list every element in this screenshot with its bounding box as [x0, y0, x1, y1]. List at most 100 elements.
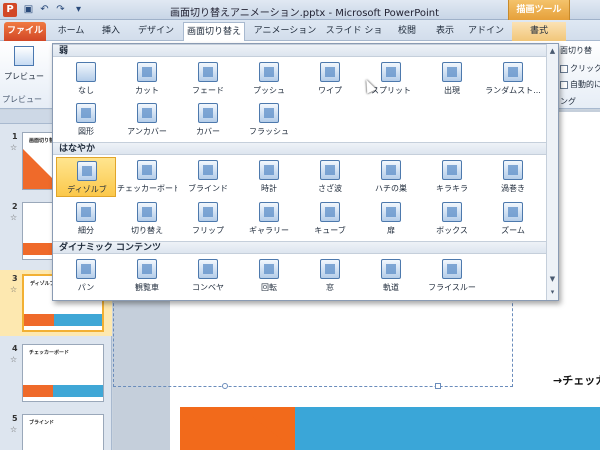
transition-none[interactable]: なし	[56, 59, 116, 99]
transition-random-bars[interactable]: ランダムスト...	[483, 59, 543, 99]
resize-handle[interactable]	[435, 383, 441, 389]
powerpoint-app-icon[interactable]: P	[3, 3, 17, 17]
transition-blinds[interactable]: ブラインド	[178, 157, 238, 197]
transition-pan[interactable]: パン	[56, 256, 116, 296]
fade-icon	[198, 62, 218, 82]
scroll-up-icon[interactable]: ▲	[547, 46, 558, 57]
item-label: カット	[135, 86, 159, 95]
flip-icon	[198, 202, 218, 222]
pan-icon	[76, 259, 96, 279]
tab-slideshow[interactable]: スライド ショー	[322, 22, 386, 55]
item-label: 図形	[78, 127, 94, 136]
item-label: フリップ	[192, 226, 224, 235]
tab-insert[interactable]: 挿入	[95, 22, 127, 41]
transition-shred[interactable]: 細分	[56, 199, 116, 239]
scroll-down-icon[interactable]: ▼	[547, 274, 558, 285]
rotate-icon	[259, 259, 279, 279]
transition-window[interactable]: 窓	[300, 256, 360, 296]
tab-review[interactable]: 校閲	[390, 22, 424, 41]
save-icon[interactable]: ▣	[22, 3, 35, 16]
transition-cube[interactable]: キューブ	[300, 199, 360, 239]
gallery-scrollbar[interactable]: ▲ ▼ ▾	[546, 44, 558, 300]
transition-honeycomb[interactable]: ハチの巣	[361, 157, 421, 197]
item-label: ワイプ	[318, 86, 342, 95]
tab-format[interactable]: 書式	[512, 22, 566, 41]
transition-flash[interactable]: フラッシュ	[239, 100, 299, 140]
transition-shape[interactable]: 図形	[56, 100, 116, 140]
thumb-band-accent	[24, 314, 54, 326]
slide-thumb-4[interactable]: 4 ☆ チェッカーボード	[0, 344, 112, 406]
tab-home[interactable]: ホーム	[52, 22, 90, 41]
slide-blue-band	[295, 407, 600, 450]
transition-box[interactable]: ボックス	[422, 199, 482, 239]
transition-fade[interactable]: フェード	[178, 59, 238, 99]
item-label: 軌道	[383, 283, 399, 292]
transition-cover[interactable]: カバー	[178, 100, 238, 140]
transition-uncover[interactable]: アンカバー	[117, 100, 177, 140]
checkbox-auto[interactable]	[560, 80, 568, 89]
thumb-band-accent	[23, 385, 53, 397]
tab-addins[interactable]: アドイン	[466, 22, 506, 41]
transition-ferris-wheel[interactable]: 観覧車	[117, 256, 177, 296]
transition-flip[interactable]: フリップ	[178, 199, 238, 239]
preview-button[interactable]: プレビュー	[3, 44, 45, 92]
tab-view[interactable]: 表示	[428, 22, 462, 41]
vortex-icon	[503, 160, 523, 180]
tab-transitions[interactable]: 画面切り替え	[183, 22, 245, 41]
slide-thumbnail[interactable]: チェッカーボード	[22, 344, 104, 402]
item-label: カバー	[196, 127, 220, 136]
transition-checkerboard[interactable]: チェッカーボード	[117, 157, 177, 197]
transition-reveal[interactable]: 出現	[422, 59, 482, 99]
transition-clock[interactable]: 時計	[239, 157, 299, 197]
resize-handle[interactable]	[222, 383, 228, 389]
slide-thumb-5[interactable]: 5 ☆ ブラインド	[0, 414, 112, 450]
transition-glitter[interactable]: キラキラ	[422, 157, 482, 197]
undo-icon[interactable]: ↶	[38, 3, 51, 16]
transition-conveyor[interactable]: コンベヤ	[178, 256, 238, 296]
item-label: フライスルー	[428, 283, 476, 292]
checkerboard-icon	[137, 160, 157, 180]
item-label: コンベヤ	[192, 283, 224, 292]
transition-vortex[interactable]: 渦巻き	[483, 157, 543, 197]
redo-icon[interactable]: ↷	[54, 3, 67, 16]
transition-ripple[interactable]: さざ波	[300, 157, 360, 197]
transition-rotate[interactable]: 回転	[239, 256, 299, 296]
honeycomb-icon	[381, 160, 401, 180]
tab-design[interactable]: デザイン	[132, 22, 180, 41]
switch-icon	[137, 202, 157, 222]
gallery-resize-icon[interactable]: ▾	[547, 287, 558, 298]
animation-star-icon: ☆	[10, 425, 18, 434]
random-bars-icon	[503, 62, 523, 82]
slide-body-text[interactable]: →チェッカ	[553, 372, 600, 388]
item-label: パン	[77, 283, 95, 292]
item-label: キラキラ	[436, 184, 468, 193]
blinds-icon	[198, 160, 218, 180]
transition-doors[interactable]: 扉	[361, 199, 421, 239]
transition-dissolve[interactable]: ディゾルブ	[56, 157, 116, 197]
transition-push[interactable]: プッシュ	[239, 59, 299, 99]
tab-animations[interactable]: アニメーション	[252, 22, 318, 41]
transition-fly-through[interactable]: フライスルー	[422, 256, 482, 296]
transition-cut[interactable]: カット	[117, 59, 177, 99]
item-label: 回転	[261, 283, 277, 292]
option-transition[interactable]: 面切り替	[560, 45, 592, 56]
ribbon-tabs: ファイル ホーム 挿入 デザイン 画面切り替え アニメーション スライド ショー…	[0, 20, 600, 55]
checkbox-on-click[interactable]	[560, 64, 568, 73]
thumb-title: ブラインド	[29, 420, 55, 426]
customize-icon[interactable]: ▾	[72, 3, 85, 16]
slide-thumbnail[interactable]: ブラインド	[22, 414, 104, 450]
glitter-icon	[442, 160, 462, 180]
doors-icon	[381, 202, 401, 222]
item-label: プッシュ	[253, 86, 285, 95]
preview-group-label: プレビュー	[2, 95, 42, 104]
transition-wipe[interactable]: ワイプ	[300, 59, 360, 99]
transition-switch[interactable]: 切り替え	[117, 199, 177, 239]
tab-file[interactable]: ファイル	[4, 22, 46, 41]
option-auto[interactable]: 自動的に	[560, 79, 600, 90]
transition-orbit[interactable]: 軌道	[361, 256, 421, 296]
transition-gallery[interactable]: ギャラリー	[239, 199, 299, 239]
option-on-click[interactable]: クリック時	[560, 63, 600, 74]
transition-zoom[interactable]: ズーム	[483, 199, 543, 239]
uncover-icon	[137, 103, 157, 123]
item-label: ギャラリー	[249, 226, 289, 235]
